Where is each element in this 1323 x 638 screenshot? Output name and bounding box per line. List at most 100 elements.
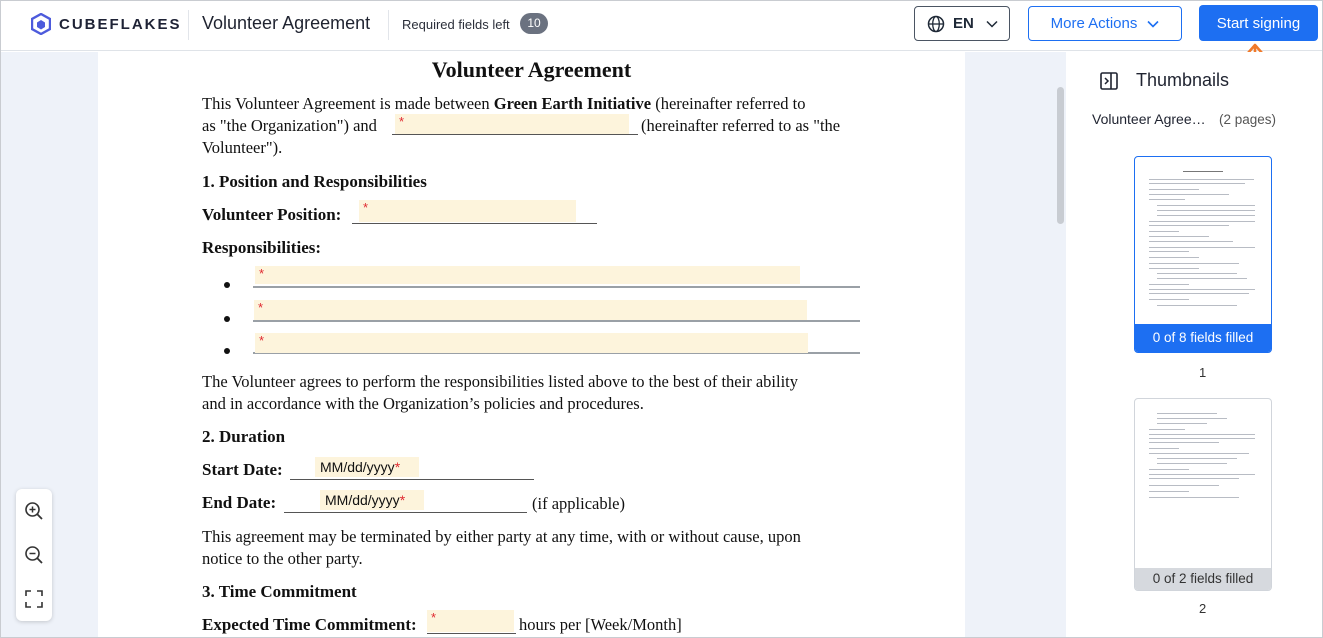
thumbnail-status-1: 0 of 8 fields filled <box>1135 324 1271 352</box>
fit-screen-icon <box>25 590 43 608</box>
thumb-text-line <box>1149 453 1249 454</box>
zoom-out-button[interactable] <box>23 544 45 566</box>
thumb-text-line <box>1157 413 1217 414</box>
thumb-text-line <box>1149 241 1233 242</box>
responsibility-field-2[interactable]: * <box>254 300 807 320</box>
section-1-heading: 1. Position and Responsibilities <box>202 172 427 191</box>
sidebar-toggle-icon[interactable] <box>1100 72 1118 90</box>
brand-logo: CUBEFLAKES <box>31 13 182 35</box>
page-thumbnail-2[interactable]: 0 of 2 fields filled <box>1134 398 1272 591</box>
thumb-text-line <box>1149 442 1219 443</box>
thumb-text-line <box>1149 268 1199 269</box>
thumb-text-line <box>1149 289 1255 290</box>
page-number-2: 2 <box>1199 601 1207 616</box>
thumb-text-line <box>1149 251 1189 252</box>
header-divider <box>388 10 389 40</box>
bullet <box>224 316 230 322</box>
chevron-down-icon <box>986 20 998 28</box>
thumb-text-line <box>1183 171 1223 172</box>
bullet <box>224 282 230 288</box>
underline <box>290 479 534 480</box>
page-number-1: 1 <box>1199 365 1207 380</box>
thumb-text-line <box>1149 429 1185 430</box>
underline <box>392 134 638 135</box>
thumb-text-line <box>1149 179 1254 180</box>
chevron-down-icon <box>1147 20 1159 28</box>
responsibility-field-1[interactable]: * <box>255 266 800 284</box>
thumb-text-line <box>1157 205 1255 206</box>
thumb-text-line <box>1157 215 1255 216</box>
thumb-text-line <box>1157 463 1227 464</box>
document-viewer[interactable]: Volunteer Agreement This Volunteer Agree… <box>1 52 1066 637</box>
thumb-text-line <box>1149 194 1229 195</box>
responsibilities-label: Responsibilities: <box>202 238 322 257</box>
page-thumbnail-1[interactable]: 0 of 8 fields filled <box>1134 156 1272 353</box>
thumb-text-line <box>1149 257 1199 258</box>
time-suffix-text: hours per [Week/Month] <box>519 615 682 634</box>
volunteer-position-field[interactable]: * <box>359 200 576 222</box>
start-signing-button[interactable]: Start signing <box>1199 5 1318 41</box>
thumb-text-line <box>1149 247 1255 248</box>
thumb-text-line <box>1149 189 1199 190</box>
thumb-text-line <box>1149 491 1189 492</box>
intro-line-2b: (hereinafter referred to as "the <box>641 116 841 135</box>
time-commitment-field[interactable]: * <box>427 610 514 632</box>
intro-line-2a: as "the Organization") and <box>202 116 377 135</box>
end-date-field[interactable]: MM/dd/yyyy* <box>320 490 424 510</box>
thumb-text-line <box>1149 469 1189 470</box>
document-page: Volunteer Agreement This Volunteer Agree… <box>98 52 965 637</box>
thumbnail-page-count: (2 pages) <box>1219 112 1277 127</box>
brand-name: CUBEFLAKES <box>59 15 182 33</box>
thumb-text-line <box>1149 478 1239 479</box>
volunteer-position-label: Volunteer Position: <box>202 205 342 224</box>
time-commitment-label: Expected Time Commitment: <box>202 615 417 634</box>
thumb-text-line <box>1157 278 1247 279</box>
start-date-field[interactable]: MM/dd/yyyy* <box>315 457 419 477</box>
more-actions-label: More Actions <box>1050 15 1138 32</box>
thumbnail-status-2: 0 of 2 fields filled <box>1135 568 1271 590</box>
section-2-heading: 2. Duration <box>202 427 286 446</box>
responsibility-field-3[interactable]: * <box>255 333 808 353</box>
language-label: EN <box>953 15 974 32</box>
thumb-text-line <box>1157 210 1255 211</box>
thumb-text-line <box>1149 263 1239 264</box>
globe-icon <box>927 15 945 32</box>
thumb-text-line <box>1157 273 1237 274</box>
underline <box>427 633 516 634</box>
thumb-text-line <box>1157 423 1207 424</box>
agreement-text-line-1: The Volunteer agrees to perform the resp… <box>202 372 798 391</box>
zoom-out-icon <box>25 546 43 564</box>
if-applicable-text: (if applicable) <box>532 494 625 513</box>
termination-text-line-2: notice to the other party. <box>202 549 363 568</box>
more-actions-button[interactable]: More Actions <box>1028 6 1182 41</box>
underline <box>253 286 860 288</box>
document-scrollbar[interactable] <box>1057 87 1064 224</box>
thumb-text-line <box>1149 448 1179 449</box>
intro-line-1: This Volunteer Agreement is made between… <box>202 94 806 113</box>
termination-text-line-1: This agreement may be terminated by eith… <box>202 527 801 546</box>
thumb-text-line <box>1149 231 1179 232</box>
fit-screen-button[interactable] <box>23 588 45 610</box>
language-selector[interactable]: EN <box>914 6 1010 41</box>
section-3-heading: 3. Time Commitment <box>202 582 357 601</box>
zoom-in-icon <box>25 502 43 520</box>
volunteer-name-field[interactable]: * <box>395 114 629 134</box>
thumb-text-line <box>1149 293 1249 294</box>
header-divider <box>188 10 189 40</box>
thumb-text-line <box>1149 199 1185 200</box>
zoom-in-button[interactable] <box>23 500 45 522</box>
organization-name: Green Earth Initiative <box>493 94 652 113</box>
thumb-text-line <box>1157 305 1237 306</box>
page-heading: Volunteer Agreement <box>431 57 632 82</box>
zoom-controls <box>16 489 52 621</box>
bullet <box>224 348 230 354</box>
document-title: Volunteer Agreement <box>202 13 371 33</box>
thumb-text-line <box>1149 284 1189 285</box>
thumb-text-line <box>1157 458 1237 459</box>
intro-line-3: Volunteer"). <box>202 138 283 157</box>
thumb-text-line <box>1149 225 1229 226</box>
thumb-text-line <box>1149 236 1209 237</box>
app-window: CUBEFLAKES Volunteer Agreement Required … <box>0 0 1323 638</box>
top-bar: CUBEFLAKES Volunteer Agreement Required … <box>1 1 1322 51</box>
thumb-text-line <box>1149 221 1255 222</box>
